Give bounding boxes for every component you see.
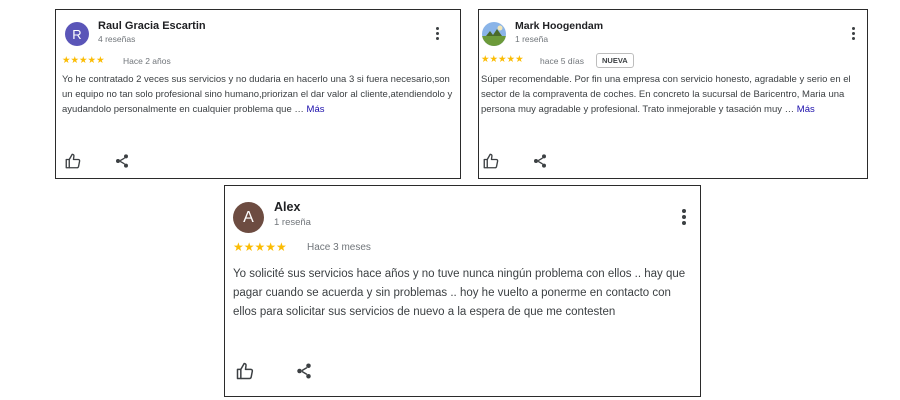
- landscape-photo-icon: [482, 22, 506, 46]
- thumbs-up-icon: [65, 153, 81, 169]
- avatar-letter: A: [243, 208, 254, 226]
- reviewer-avatar[interactable]: R: [65, 22, 89, 46]
- star-rating: ★★★★★: [481, 54, 524, 65]
- review-text-body: Yo he contratado 2 veces sus servicios y…: [62, 74, 453, 115]
- review-text: Yo solicité sus servicios hace años y no…: [233, 268, 686, 318]
- more-options-icon[interactable]: [435, 27, 439, 42]
- reviewer-name[interactable]: Raul Gracia Escartin: [98, 20, 206, 32]
- share-button[interactable]: [114, 152, 130, 175]
- share-button[interactable]: [295, 361, 313, 386]
- thumbs-up-icon: [483, 153, 499, 169]
- reviewer-name[interactable]: Alex: [274, 200, 300, 214]
- review-text: Yo he contratado 2 veces sus servicios y…: [62, 72, 456, 117]
- review-date: hace 5 días: [540, 56, 584, 66]
- thumbs-up-icon: [236, 362, 254, 380]
- review-text-body: Súper recomendable. Por fin una empresa …: [481, 74, 851, 115]
- review-date: Hace 3 meses: [307, 242, 371, 253]
- share-icon: [534, 154, 546, 168]
- more-options-icon[interactable]: [682, 209, 686, 227]
- reviewer-name[interactable]: Mark Hoogendam: [515, 20, 603, 32]
- review-text: Súper recomendable. Por fin una empresa …: [481, 72, 865, 117]
- star-rating: ★★★★★: [233, 240, 287, 254]
- like-button[interactable]: [235, 361, 255, 386]
- read-more-link[interactable]: Más: [797, 104, 815, 115]
- share-button[interactable]: [532, 152, 548, 175]
- share-icon: [116, 154, 128, 168]
- star-rating: ★★★★★: [62, 55, 105, 66]
- like-button[interactable]: [482, 152, 500, 175]
- reviewer-review-count: 1 reseña: [274, 217, 311, 228]
- reviewer-avatar[interactable]: [482, 22, 506, 46]
- reviewer-review-count: 1 reseña: [515, 34, 549, 44]
- like-button[interactable]: [64, 152, 82, 175]
- read-more-link[interactable]: Más: [307, 104, 325, 115]
- review-card: Mark Hoogendam 1 reseña ★★★★★ hace 5 día…: [478, 9, 868, 179]
- review-card: R Raul Gracia Escartin 4 reseñas ★★★★★ H…: [55, 9, 461, 179]
- review-card: A Alex 1 reseña ★★★★★ Hace 3 meses Yo so…: [224, 185, 701, 397]
- reviewer-review-count: 4 reseñas: [98, 34, 136, 44]
- new-badge: NUEVA: [596, 53, 634, 68]
- more-options-icon[interactable]: [851, 27, 855, 42]
- share-icon: [297, 363, 311, 379]
- review-date: Hace 2 años: [123, 56, 171, 66]
- reviewer-avatar[interactable]: A: [233, 202, 264, 233]
- avatar-letter: R: [72, 26, 82, 42]
